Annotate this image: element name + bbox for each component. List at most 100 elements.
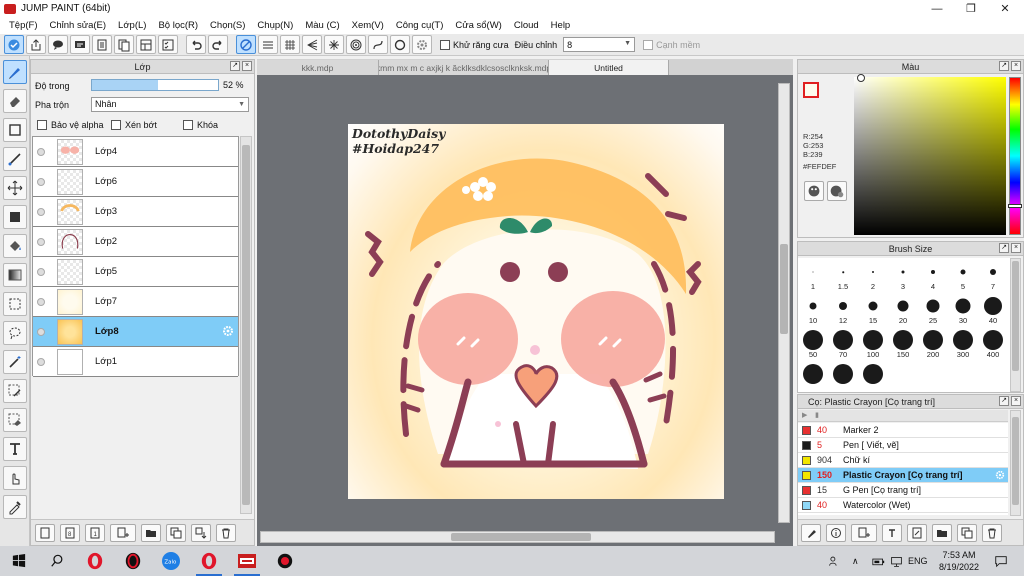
snap-curve-button[interactable] [368, 35, 388, 54]
menu-filter[interactable]: Bộ lọc(R) [152, 20, 204, 31]
new-8bit-layer-button[interactable]: 8 [60, 523, 80, 542]
tab-kkk[interactable]: kkk.mdp [257, 60, 379, 75]
canvas-area[interactable]: kkk.mdp kmm mx m c axjkj k ăcklksdklcsos… [257, 59, 793, 546]
snap-vanish-button[interactable] [302, 35, 322, 54]
scrollbar-thumb[interactable] [1012, 417, 1019, 505]
brush-info-button[interactable] [826, 523, 846, 542]
layer-row[interactable]: Lớp1 [33, 347, 238, 377]
eraser-tool[interactable] [3, 89, 27, 113]
visibility-icon[interactable] [37, 177, 45, 186]
zalo-button[interactable]: Zalo [152, 546, 190, 576]
brush-size-cell[interactable] [798, 360, 828, 394]
layer-row[interactable]: Lớp4 [33, 137, 238, 167]
brush-size-cell[interactable]: 4 [918, 258, 948, 292]
page-button[interactable] [92, 35, 112, 54]
brush-size-scrollbar[interactable] [1010, 258, 1021, 392]
hue-slider[interactable] [1008, 77, 1022, 235]
gear-icon[interactable] [222, 325, 234, 337]
people-icon[interactable] [828, 546, 841, 576]
brush-menu-button[interactable] [801, 523, 821, 542]
saturation-value-picker[interactable] [854, 74, 1006, 235]
opera-active-button[interactable] [190, 546, 228, 576]
layer-row[interactable]: Lớp5 [33, 257, 238, 287]
undock-icon[interactable]: ↗ [999, 61, 1009, 71]
canvas-vertical-scrollbar[interactable] [778, 83, 790, 523]
snap-grid-button[interactable] [280, 35, 300, 54]
menu-color[interactable]: Màu (C) [299, 20, 345, 31]
layer-row[interactable]: Lớp6 [33, 167, 238, 197]
balloon-button[interactable] [70, 35, 90, 54]
brush-size-cell[interactable]: 150 [888, 326, 918, 360]
scrollbar-thumb[interactable] [451, 533, 591, 541]
scrollbar-thumb[interactable] [780, 244, 788, 334]
brush-text-button[interactable] [882, 523, 902, 542]
undock-icon[interactable]: ↗ [999, 396, 1009, 406]
brush-item[interactable]: 15 G Pen [Cọ trang trí] [798, 483, 1008, 498]
network-icon[interactable] [890, 546, 903, 576]
smooth-edge-checkbox[interactable] [643, 39, 654, 50]
add-layer-menu-button[interactable] [110, 523, 136, 542]
protect-alpha-checkbox[interactable] [37, 120, 47, 130]
clipping-option[interactable]: Xén bớt [111, 120, 157, 130]
close-button[interactable]: ✕ [988, 0, 1022, 17]
brush-size-cell[interactable]: 100 [858, 326, 888, 360]
menu-view[interactable]: Xem(V) [346, 20, 390, 31]
brush-edit-button[interactable] [907, 523, 927, 542]
delete-layer-button[interactable] [216, 523, 236, 542]
clipping-checkbox[interactable] [111, 120, 121, 130]
merge-layer-button[interactable] [191, 523, 211, 542]
panel-close-icon[interactable]: × [1011, 396, 1021, 406]
brush-size-cell[interactable]: 20 [888, 292, 918, 326]
search-button[interactable] [38, 546, 76, 576]
tab-long-document[interactable]: kmm mx m c axjkj k ăcklksdklcsosclknksk.… [379, 60, 549, 75]
clock[interactable]: 7:53 AM 8/19/2022 [928, 549, 990, 573]
brush-item[interactable]: 40 Watercolor (Wet) [798, 498, 1008, 513]
brush-size-cell[interactable]: 7 [978, 258, 1008, 292]
menu-edit[interactable]: Chỉnh sửa(E) [44, 20, 113, 31]
line-tool[interactable] [3, 147, 27, 171]
cloud-sync-button[interactable] [4, 35, 24, 54]
snap-parallel-button[interactable] [258, 35, 278, 54]
duplicate-layer-button[interactable] [166, 523, 186, 542]
snap-settings-button[interactable] [412, 35, 432, 54]
menu-layer[interactable]: Lớp(L) [112, 20, 152, 31]
tab-untitled[interactable]: Untitled [549, 60, 669, 75]
visibility-icon[interactable] [37, 267, 45, 276]
pages-button[interactable] [114, 35, 134, 54]
menu-window[interactable]: Cửa sổ(W) [449, 20, 507, 31]
brush-size-cell[interactable]: 50 [798, 326, 828, 360]
select-rect-tool[interactable] [3, 292, 27, 316]
brush-size-cell[interactable]: 70 [828, 326, 858, 360]
blend-mode-select[interactable]: Nhân ▼ [91, 97, 249, 112]
opera-gx-button[interactable] [114, 546, 152, 576]
select-pen-tool[interactable] [3, 379, 27, 403]
brush-item-selected[interactable]: 150 Plastic Crayon [Cọ trang trí] [798, 468, 1008, 483]
speech-bubble-button[interactable] [48, 35, 68, 54]
opera-button[interactable] [76, 546, 114, 576]
adjust-select[interactable]: 8 ▼ [563, 37, 636, 52]
undock-icon[interactable]: ↗ [230, 61, 240, 71]
checklist-button[interactable] [158, 35, 178, 54]
menu-file[interactable]: Tệp(F) [3, 20, 44, 31]
visibility-icon[interactable] [37, 357, 45, 366]
visibility-icon[interactable] [37, 297, 45, 306]
layer-row[interactable]: Lớp2 [33, 227, 238, 257]
scrollbar-thumb[interactable] [1012, 261, 1019, 371]
layer-list-scrollbar[interactable] [240, 136, 252, 514]
eyedropper-tool[interactable] [3, 495, 27, 519]
minimize-button[interactable]: — [920, 0, 954, 17]
select-eraser-tool[interactable] [3, 408, 27, 432]
artboard[interactable]: DotothyDaisy #Hoidap247 [348, 124, 724, 499]
lock-option[interactable]: Khóa [183, 120, 218, 130]
battery-icon[interactable] [872, 546, 885, 576]
brush-size-cell[interactable]: 200 [918, 326, 948, 360]
undock-icon[interactable]: ↗ [999, 243, 1009, 253]
bucket-tool[interactable] [3, 234, 27, 258]
add-brush-button[interactable] [851, 523, 877, 542]
brush-folder-button[interactable] [932, 523, 952, 542]
brush-item[interactable]: 40 Marker 2 [798, 423, 1008, 438]
brush-duplicate-button[interactable] [957, 523, 977, 542]
jump-paint-taskbar-button[interactable] [228, 546, 266, 576]
brush-item[interactable]: 5 Pen [ Viết, vẽ] [798, 438, 1008, 453]
gradient-tool[interactable] [3, 263, 27, 287]
